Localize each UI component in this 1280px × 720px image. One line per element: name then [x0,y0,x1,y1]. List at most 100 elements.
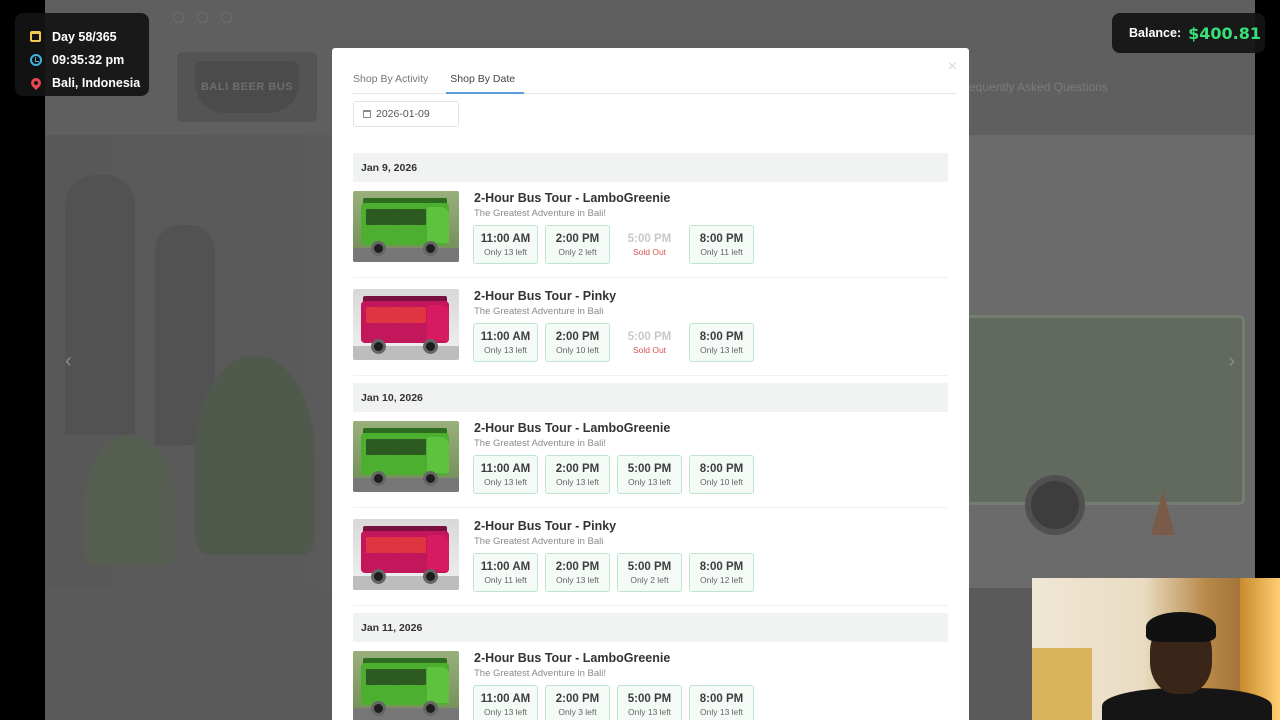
time-slot-button[interactable]: 2:00 PM Only 13 left [545,553,610,592]
slot-availability: Only 13 left [484,476,527,487]
carousel-prev-icon[interactable]: ‹ [65,350,72,373]
slot-availability: Only 10 left [556,344,599,355]
green-bus-image [353,191,459,262]
facebook-icon[interactable] [197,12,208,23]
time-slot-button[interactable]: 8:00 PM Only 10 left [689,455,754,494]
slot-availability: Only 3 left [558,706,597,717]
hud-location-row: Bali, Indonesia [28,71,149,94]
whatsapp-icon[interactable] [221,12,232,23]
slot-availability: Only 13 left [700,344,743,355]
slot-availability: Only 13 left [484,344,527,355]
pink-bus-thumbnail[interactable] [353,519,459,590]
slot-availability: Only 13 left [700,706,743,717]
slot-time: 8:00 PM [699,462,744,475]
tour-name[interactable]: 2-Hour Bus Tour - Pinky [474,519,616,533]
time-slot-button[interactable]: 5:00 PM Only 13 left [617,455,682,494]
tab-shop-by-activity[interactable]: Shop By Activity [352,70,442,94]
calendar-icon [363,110,371,118]
slot-availability: Only 13 left [556,476,599,487]
time-slot-button[interactable]: 11:00 AM Only 13 left [473,323,538,362]
time-slot-button[interactable]: 11:00 AM Only 13 left [473,225,538,264]
pink-bus-image [353,289,459,360]
pink-bus-thumbnail[interactable] [353,289,459,360]
time-slots: 11:00 AM Only 13 left 2:00 PM Only 10 left 5… [473,323,754,362]
tour-tagline: The Greatest Adventure in Bali [474,306,604,317]
tour-name[interactable]: 2-Hour Bus Tour - Pinky [474,289,616,303]
time-slot-button[interactable]: 8:00 PM Only 11 left [689,225,754,264]
slot-time: 11:00 AM [480,462,531,475]
slot-time: 11:00 AM [480,232,531,245]
tour-tagline: The Greatest Adventure in Bali [474,536,604,547]
slot-availability: Only 13 left [628,476,671,487]
slot-time: 2:00 PM [555,462,600,475]
slot-availability: Only 11 left [484,574,527,585]
balance-label: Balance: [1129,26,1182,40]
slot-availability: Only 13 left [484,706,527,717]
green-bus-thumbnail[interactable] [353,191,459,262]
slot-time: 8:00 PM [699,330,744,343]
site-logo[interactable]: BALI BEER BUS [177,52,317,122]
time-slot-button[interactable]: 11:00 AM Only 11 left [473,553,538,592]
slot-availability: Only 2 left [630,574,669,585]
hud-location: Bali, Indonesia [52,75,141,90]
temple-scene [45,135,335,588]
calendar-icon [29,30,42,43]
carousel-next-icon[interactable]: › [1228,350,1235,373]
time-slots: 11:00 AM Only 13 left 2:00 PM Only 3 left 5:… [473,685,754,720]
slot-availability: Only 12 left [700,574,743,585]
time-slots: 11:00 AM Only 13 left 2:00 PM Only 2 left 5:… [473,225,754,264]
time-slots: 11:00 AM Only 13 left 2:00 PM Only 13 left 5… [473,455,754,494]
time-slot-button[interactable]: 2:00 PM Only 3 left [545,685,610,720]
date-value: 2026-01-09 [376,108,430,120]
slot-time: 2:00 PM [555,692,600,705]
slot-time: 5:00 PM [627,462,672,475]
tour-row: 2-Hour Bus Tour - Pinky The Greatest Adve… [353,282,948,376]
hud-time: 09:35:32 pm [52,52,125,67]
slot-availability: Sold Out [632,246,667,257]
hud-day: Day 58/365 [52,29,117,44]
tour-name[interactable]: 2-Hour Bus Tour - LamboGreenie [474,421,670,435]
slot-availability: Sold Out [632,344,667,355]
time-slot-button[interactable]: 2:00 PM Only 2 left [545,225,610,264]
tour-name[interactable]: 2-Hour Bus Tour - LamboGreenie [474,191,670,205]
time-slot-button[interactable]: 5:00 PM Only 2 left [617,553,682,592]
slot-time: 2:00 PM [555,560,600,573]
time-slot-button[interactable]: 11:00 AM Only 13 left [473,685,538,720]
date-picker-input[interactable]: 2026-01-09 [353,101,459,127]
slot-time: 5:00 PM [627,232,672,245]
time-slot-sold-out: 5:00 PM Sold Out [617,225,682,264]
nav-faq-link[interactable]: requently Asked Questions [965,80,1108,94]
time-slot-button[interactable]: 2:00 PM Only 10 left [545,323,610,362]
time-slot-button[interactable]: 11:00 AM Only 13 left [473,455,538,494]
clock-icon [29,53,42,66]
tour-name[interactable]: 2-Hour Bus Tour - LamboGreenie [474,651,670,665]
time-slot-sold-out: 5:00 PM Sold Out [617,323,682,362]
day-header: Jan 10, 2026 [353,383,948,412]
slot-availability: Only 13 left [628,706,671,717]
day-header: Jan 9, 2026 [353,153,948,182]
time-slot-button[interactable]: 8:00 PM Only 12 left [689,553,754,592]
hud-time-row: 09:35:32 pm [29,48,149,71]
tour-row: 2-Hour Bus Tour - LamboGreenie The Greate… [353,414,948,508]
green-bus-thumbnail[interactable] [353,421,459,492]
stream-hud: Day 58/365 09:35:32 pm Bali, Indonesia [15,13,149,96]
logo-text: BALI BEER BUS [195,61,299,113]
slot-time: 8:00 PM [699,232,744,245]
hud-day-row: Day 58/365 [29,25,149,48]
slot-time: 5:00 PM [627,692,672,705]
time-slot-button[interactable]: 2:00 PM Only 13 left [545,455,610,494]
slot-time: 8:00 PM [699,692,744,705]
social-icons [173,12,232,23]
webcam-overlay [1032,578,1280,720]
time-slot-button[interactable]: 8:00 PM Only 13 left [689,685,754,720]
time-slot-button[interactable]: 8:00 PM Only 13 left [689,323,754,362]
slot-availability: Only 13 left [556,574,599,585]
booking-tabs: Shop By Activity Shop By Date [352,70,957,94]
green-bus-thumbnail[interactable] [353,651,459,720]
slot-availability: Only 11 left [700,246,743,257]
slot-time: 2:00 PM [555,330,600,343]
tour-row: 2-Hour Bus Tour - Pinky The Greatest Adve… [353,512,948,606]
tab-shop-by-date[interactable]: Shop By Date [446,70,525,94]
time-slot-button[interactable]: 5:00 PM Only 13 left [617,685,682,720]
instagram-icon[interactable] [173,12,184,23]
